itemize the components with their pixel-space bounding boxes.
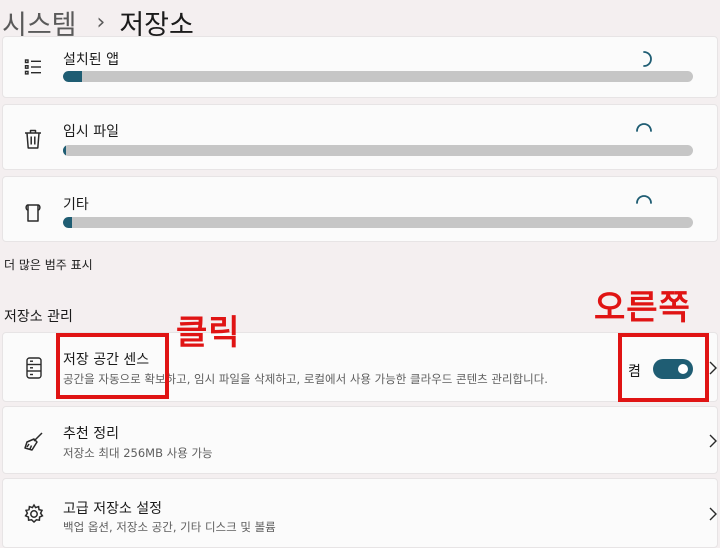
chevron-right-icon[interactable] <box>707 505 719 523</box>
cleanup-recommendations-title: 추천 정리 <box>63 426 119 442</box>
usage-item-installed-apps[interactable]: 설치된 앱 <box>2 36 718 98</box>
usage-bar <box>63 145 693 156</box>
trash-icon <box>21 127 45 151</box>
usage-item-label: 임시 파일 <box>63 124 119 140</box>
broom-icon <box>21 429 47 455</box>
section-title-storage-management: 저장소 관리 <box>4 309 73 325</box>
show-more-categories-link[interactable]: 더 많은 범주 표시 <box>4 256 93 273</box>
list-icon <box>21 55 45 79</box>
advanced-storage-settings-description: 백업 옵션, 저장소 공간, 기타 디스크 및 볼륨 <box>63 520 276 534</box>
usage-item-label: 기타 <box>63 197 89 213</box>
usage-bar-fill <box>63 217 73 228</box>
advanced-storage-settings-title: 고급 저장소 설정 <box>63 501 163 517</box>
annotation-box-toggle <box>618 333 709 402</box>
usage-bar <box>63 217 693 228</box>
usage-bar <box>63 71 693 82</box>
annotation-box-storage-sense <box>56 333 169 399</box>
usage-item-temp-files[interactable]: 임시 파일 <box>2 104 718 170</box>
cleanup-recommendations-description: 저장소 최대 256MB 사용 가능 <box>63 446 213 460</box>
loading-spinner-icon <box>643 51 652 67</box>
annotation-label-right: 오른쪽 <box>594 288 691 328</box>
storage-drive-icon <box>21 355 47 381</box>
usage-bar-fill <box>63 145 67 156</box>
usage-item-label: 설치된 앱 <box>63 52 119 68</box>
loading-spinner-icon <box>636 123 652 132</box>
cleanup-recommendations-card[interactable]: 추천 정리 저장소 최대 256MB 사용 가능 <box>2 406 718 474</box>
gear-icon <box>21 501 47 527</box>
breadcrumb-separator-icon: › <box>96 9 106 35</box>
usage-bar-fill <box>63 71 82 82</box>
loading-spinner-icon <box>636 195 652 204</box>
usage-item-other[interactable]: 기타 <box>2 176 718 242</box>
file-icon <box>21 201 45 225</box>
annotation-label-click: 클릭 <box>176 313 241 353</box>
advanced-storage-settings-card[interactable]: 고급 저장소 설정 백업 옵션, 저장소 공간, 기타 디스크 및 볼륨 <box>2 478 718 548</box>
chevron-right-icon[interactable] <box>707 432 719 450</box>
